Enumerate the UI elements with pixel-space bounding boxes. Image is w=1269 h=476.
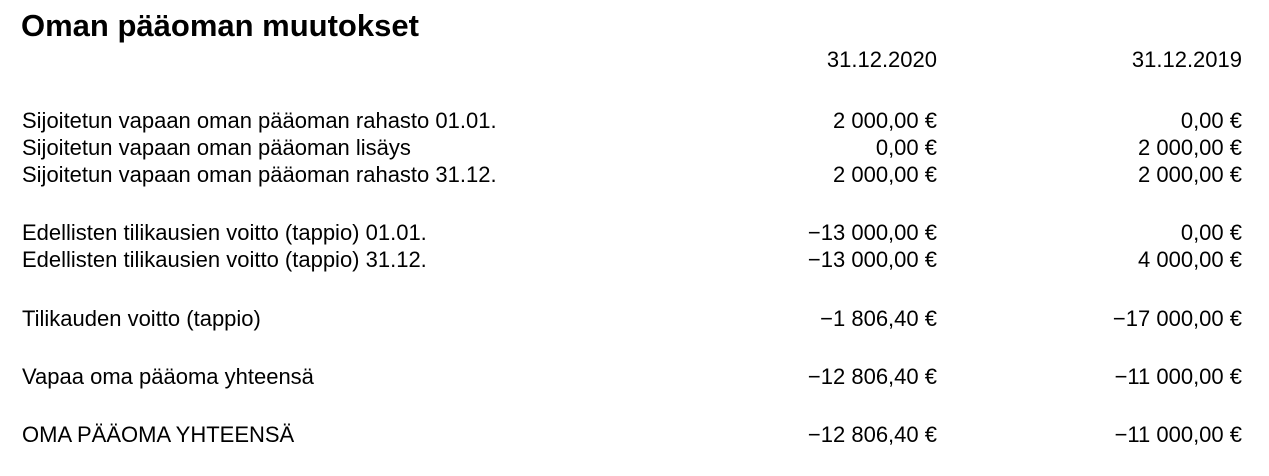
value-2019: 0,00 € xyxy=(1180,220,1242,245)
row-label: Edellisten tilikausien voitto (tappio) 3… xyxy=(22,247,427,272)
value-2019: 4 000,00 € xyxy=(1138,247,1242,272)
row-label: Sijoitetun vapaan oman pääoman lisäys xyxy=(22,135,411,160)
value-2020: −1 806,40 € xyxy=(820,306,937,331)
table-row: Edellisten tilikausien voitto (tappio) 3… xyxy=(0,247,1269,273)
value-2019: −11 000,00 € xyxy=(1114,364,1242,389)
value-2019: −11 000,00 € xyxy=(1114,422,1242,447)
table-row: Sijoitetun vapaan oman pääoman rahasto 0… xyxy=(0,108,1269,134)
table-row: Sijoitetun vapaan oman pääoman rahasto 3… xyxy=(0,162,1269,188)
value-2020: −12 806,40 € xyxy=(807,364,937,389)
value-2019: 2 000,00 € xyxy=(1138,135,1242,160)
value-2020: 0,00 € xyxy=(875,135,937,160)
value-2019: 2 000,00 € xyxy=(1138,162,1242,187)
value-2020: −13 000,00 € xyxy=(807,247,937,272)
table-row: Sijoitetun vapaan oman pääoman lisäys 0,… xyxy=(0,135,1269,161)
row-label: OMA PÄÄOMA YHTEENSÄ xyxy=(22,422,295,447)
value-2019: 0,00 € xyxy=(1180,108,1242,133)
row-label: Edellisten tilikausien voitto (tappio) 0… xyxy=(22,220,427,245)
column-header-2020: 31.12.2020 xyxy=(826,47,937,72)
table-row: Vapaa oma pääoma yhteensä −12 806,40 € −… xyxy=(0,364,1269,390)
row-label: Vapaa oma pääoma yhteensä xyxy=(22,364,314,389)
table-row: Edellisten tilikausien voitto (tappio) 0… xyxy=(0,220,1269,246)
row-label: Sijoitetun vapaan oman pääoman rahasto 3… xyxy=(22,162,497,187)
value-2020: −12 806,40 € xyxy=(807,422,937,447)
row-label: Sijoitetun vapaan oman pääoman rahasto 0… xyxy=(22,108,497,133)
page-title: Oman pääoman muutokset xyxy=(21,8,419,43)
table-row: OMA PÄÄOMA YHTEENSÄ −12 806,40 € −11 000… xyxy=(0,422,1269,448)
column-header-2019: 31.12.2019 xyxy=(1131,47,1242,72)
value-2019: −17 000,00 € xyxy=(1112,306,1242,331)
value-2020: −13 000,00 € xyxy=(807,220,937,245)
value-2020: 2 000,00 € xyxy=(833,162,937,187)
value-2020: 2 000,00 € xyxy=(833,108,937,133)
table-row: Tilikauden voitto (tappio) −1 806,40 € −… xyxy=(0,306,1269,332)
row-label: Tilikauden voitto (tappio) xyxy=(22,306,261,331)
